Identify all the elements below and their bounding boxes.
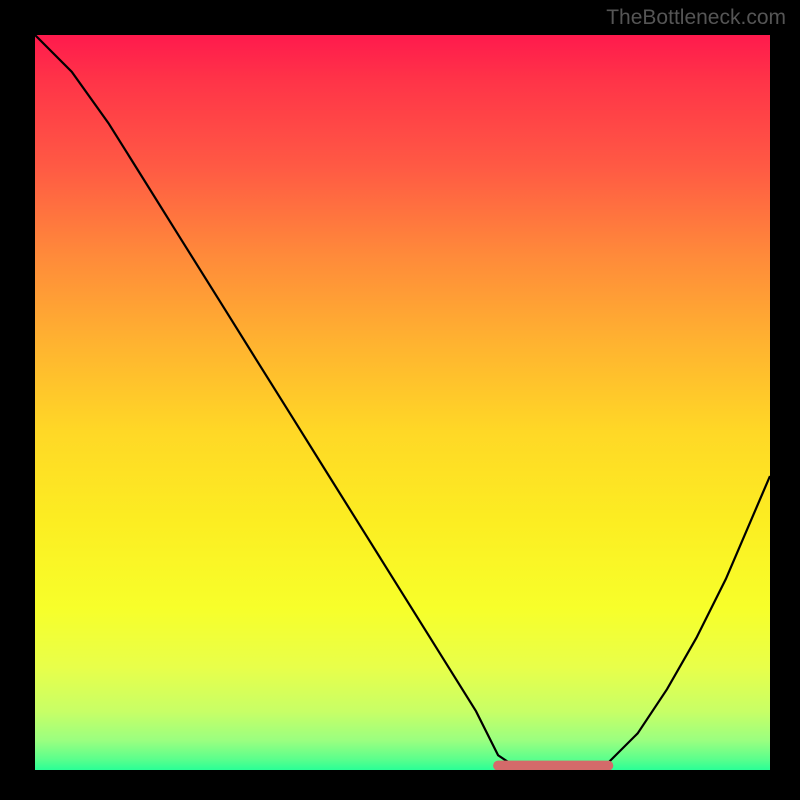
chart-svg <box>35 35 770 770</box>
plot-area <box>35 35 770 770</box>
bottleneck-curve-line <box>35 35 770 770</box>
watermark-text: TheBottleneck.com <box>606 6 786 30</box>
